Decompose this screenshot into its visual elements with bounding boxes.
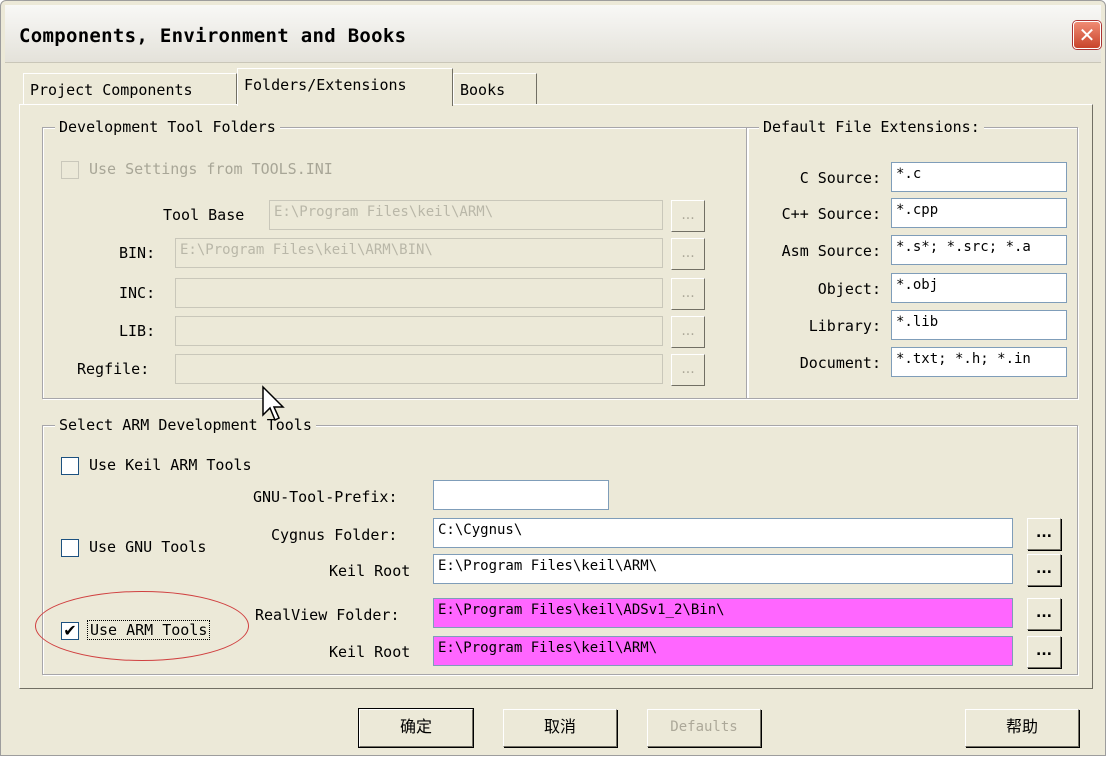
- use-gnu-checkbox[interactable]: [61, 539, 79, 557]
- help-button[interactable]: 帮助: [965, 709, 1079, 747]
- window-title: Components, Environment and Books: [19, 25, 407, 47]
- library-field[interactable]: *.lib: [891, 310, 1067, 340]
- asm-source-label: Asm Source:: [781, 242, 881, 260]
- annotation-ring: [35, 591, 249, 661]
- document-label: Document:: [799, 354, 881, 372]
- file-extensions-group: Default File Extensions: C Source: *.c C…: [746, 118, 1078, 399]
- lib-browse-button[interactable]: ...: [671, 316, 705, 348]
- title-bar[interactable]: Components, Environment and Books ✕: [5, 5, 1101, 63]
- inc-browse-button[interactable]: ...: [671, 278, 705, 310]
- inc-field[interactable]: [175, 278, 663, 308]
- inc-label: INC:: [119, 284, 156, 302]
- bin-browse-button[interactable]: ...: [671, 238, 705, 270]
- cpp-source-label: C++ Source:: [781, 205, 881, 223]
- close-icon: ✕: [1078, 23, 1096, 47]
- tab-label: Books: [460, 81, 506, 99]
- keil-root-gnu-browse-button[interactable]: ...: [1027, 554, 1061, 586]
- lib-field[interactable]: [175, 316, 663, 346]
- tab-books[interactable]: Books: [453, 73, 537, 105]
- regfile-field[interactable]: [175, 354, 663, 384]
- defaults-button[interactable]: Defaults: [647, 709, 761, 747]
- tab-folders-extensions[interactable]: Folders/Extensions: [237, 68, 453, 106]
- document-field[interactable]: *.txt; *.h; *.in: [891, 347, 1067, 377]
- gnu-prefix-label: GNU-Tool-Prefix:: [253, 488, 398, 506]
- realview-folder-field[interactable]: E:\Program Files\keil\ADSv1_2\Bin\: [433, 598, 1013, 628]
- ok-button[interactable]: 确定: [358, 708, 474, 748]
- dialog-window: Components, Environment and Books ✕ Proj…: [0, 0, 1106, 756]
- c-source-label: C Source:: [799, 169, 881, 187]
- realview-browse-button[interactable]: ...: [1027, 598, 1061, 630]
- bin-label: BIN:: [119, 244, 156, 262]
- keil-root-arm-field[interactable]: E:\Program Files\keil\ARM\: [433, 636, 1013, 666]
- mouse-cursor-icon: [262, 385, 285, 422]
- cygnus-folder-label: Cygnus Folder:: [271, 526, 398, 544]
- realview-folder-label: RealView Folder:: [255, 606, 400, 624]
- dev-tool-folders-group: Development Tool Folders Use Settings fr…: [42, 118, 748, 399]
- bin-field[interactable]: E:\Program Files\keil\ARM\BIN\: [175, 238, 663, 268]
- keil-root-gnu-label: Keil Root: [329, 562, 411, 580]
- use-gnu-label: Use GNU Tools: [89, 538, 207, 556]
- tool-base-label: Tool Base: [163, 206, 245, 224]
- use-keil-checkbox[interactable]: [61, 457, 79, 475]
- file-extensions-legend: Default File Extensions:: [759, 118, 984, 136]
- close-button[interactable]: ✕: [1073, 21, 1101, 49]
- object-label: Object:: [817, 280, 881, 298]
- regfile-browse-button[interactable]: ...: [671, 354, 705, 386]
- c-source-field[interactable]: *.c: [891, 162, 1067, 192]
- library-label: Library:: [808, 317, 881, 335]
- gnu-prefix-field[interactable]: [433, 480, 609, 510]
- asm-source-field[interactable]: *.s*; *.src; *.a: [891, 235, 1067, 265]
- object-field[interactable]: *.obj: [891, 273, 1067, 303]
- keil-root-arm-browse-button[interactable]: ...: [1027, 636, 1061, 668]
- tab-label: Project Components: [30, 81, 193, 99]
- tool-base-field[interactable]: E:\Program Files\keil\ARM\: [269, 200, 663, 230]
- use-settings-checkbox[interactable]: [61, 161, 79, 179]
- tab-project-components[interactable]: Project Components: [23, 73, 237, 105]
- dev-tool-folders-legend: Development Tool Folders: [55, 118, 280, 136]
- use-settings-label: Use Settings from TOOLS.INI: [89, 160, 333, 178]
- use-keil-label: Use Keil ARM Tools: [89, 456, 252, 474]
- cancel-button[interactable]: 取消: [503, 709, 617, 747]
- keil-root-gnu-field[interactable]: E:\Program Files\keil\ARM\: [433, 554, 1013, 584]
- cpp-source-field[interactable]: *.cpp: [891, 198, 1067, 228]
- tab-label: Folders/Extensions: [244, 76, 407, 94]
- cygnus-browse-button[interactable]: ...: [1027, 518, 1061, 550]
- cygnus-folder-field[interactable]: C:\Cygnus\: [433, 518, 1013, 548]
- tool-base-browse-button[interactable]: ...: [671, 200, 705, 232]
- regfile-label: Regfile:: [77, 360, 150, 378]
- keil-root-arm-label: Keil Root: [329, 643, 411, 661]
- lib-label: LIB:: [119, 322, 156, 340]
